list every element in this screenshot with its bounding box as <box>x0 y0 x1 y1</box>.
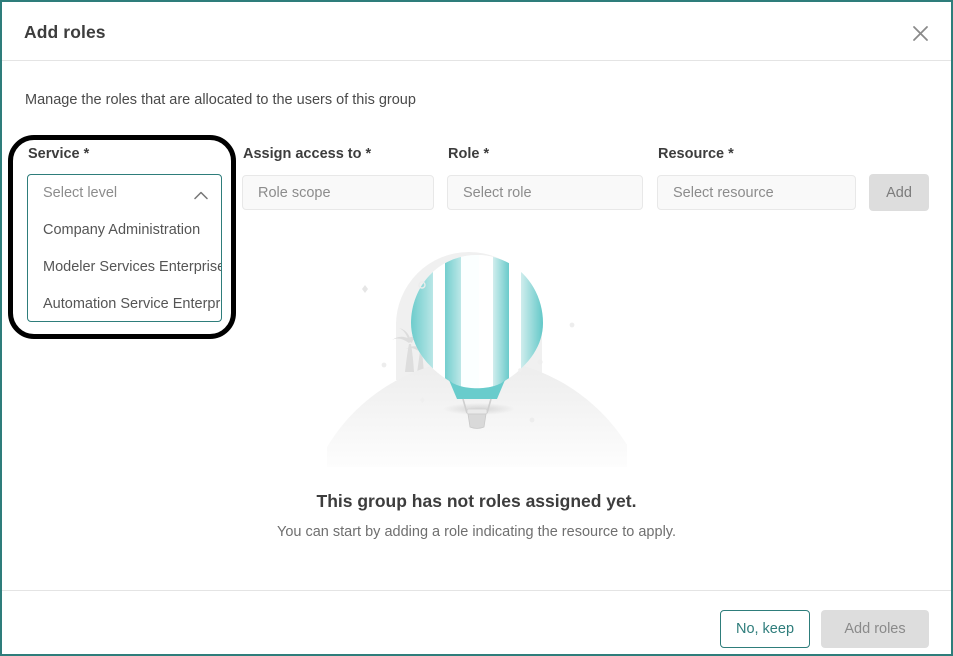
hot-air-balloon-illustration <box>326 252 627 467</box>
add-roles-dialog: Add roles Manage the roles that are allo… <box>0 0 953 656</box>
empty-state-subtitle: You can start by adding a role indicatin… <box>276 524 676 540</box>
assign-access-input[interactable]: Role scope <box>242 175 434 210</box>
chevron-up-icon <box>194 188 208 204</box>
close-icon[interactable] <box>907 20 933 46</box>
resource-field-label: Resource * <box>658 146 734 162</box>
role-field-label: Role * <box>448 146 490 162</box>
no-keep-button[interactable]: No, keep <box>720 610 810 648</box>
service-option[interactable]: Modeler Services Enterprise <box>28 248 221 285</box>
page-title: Add roles <box>24 22 106 42</box>
service-field-label: Service * <box>28 146 90 162</box>
dialog-footer: No, keep Add roles <box>2 591 951 654</box>
service-option[interactable]: Company Administration <box>28 211 221 248</box>
dialog-subtitle: Manage the roles that are allocated to t… <box>25 92 416 108</box>
service-select-trigger[interactable]: Select level <box>28 175 221 211</box>
assign-access-field-label: Assign access to * <box>243 146 372 162</box>
add-button[interactable]: Add <box>869 174 929 211</box>
resource-input[interactable]: Select resource <box>657 175 856 210</box>
add-roles-button[interactable]: Add roles <box>821 610 929 648</box>
service-select-value: Select level <box>43 185 118 201</box>
service-option[interactable]: Automation Service Enterprise <box>28 285 221 321</box>
role-input[interactable]: Select role <box>447 175 643 210</box>
dialog-header: Add roles <box>2 2 951 61</box>
service-select[interactable]: Select level Company Administration Mode… <box>27 174 222 322</box>
empty-state-title: This group has not roles assigned yet. <box>316 491 637 511</box>
